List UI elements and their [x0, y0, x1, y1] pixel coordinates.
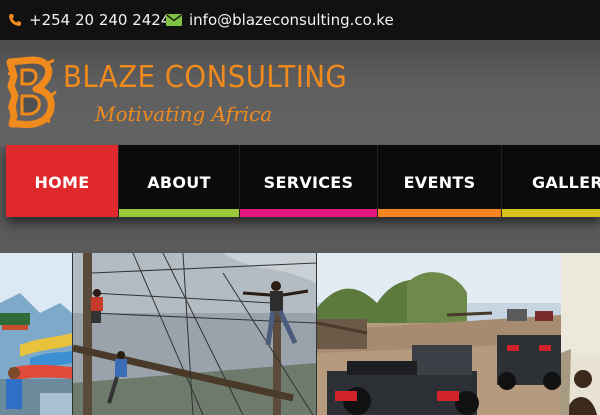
ropes-course-photo[interactable] [73, 253, 316, 415]
logo-b-icon[interactable] [6, 56, 58, 128]
site-header: BLAZE CONSULTING Motivating Africa [0, 40, 600, 146]
nav-about[interactable]: ABOUT [119, 145, 240, 217]
nav-gallery-color-bar [502, 209, 600, 217]
nav-about-label: ABOUT [147, 173, 211, 192]
nav-services-color-bar [240, 209, 377, 217]
contact-bar: +254 20 240 2424 info@blazeconsulting.co… [0, 0, 600, 40]
nav-about-color-bar [119, 209, 239, 217]
main-nav: HOME ABOUT SERVICES EVENTS GALLERY [6, 145, 600, 217]
phone-number: +254 20 240 2424 [29, 11, 171, 29]
phone-contact[interactable]: +254 20 240 2424 [8, 0, 170, 40]
nav-events-color-bar [378, 209, 501, 217]
nav-services-label: SERVICES [263, 173, 354, 192]
nav-services[interactable]: SERVICES [240, 145, 378, 217]
nav-gallery[interactable]: GALLERY [502, 145, 600, 217]
nav-events-label: EVENTS [403, 173, 476, 192]
water-park-photo[interactable] [0, 253, 72, 415]
nav-events[interactable]: EVENTS [378, 145, 502, 217]
nav-home[interactable]: HOME [6, 145, 119, 217]
email-contact[interactable]: info@blazeconsulting.co.ke [166, 0, 394, 40]
envelope-icon [166, 14, 182, 26]
brand-name: BLAZE CONSULTING [63, 60, 348, 95]
email-address: info@blazeconsulting.co.ke [189, 11, 394, 29]
nav-gallery-label: GALLERY [532, 173, 600, 192]
quad-bikes-photo[interactable] [317, 253, 561, 415]
nav-home-label: HOME [34, 173, 90, 192]
brand-tagline: Motivating Africa [95, 102, 273, 126]
photo-gallery-strip [0, 253, 600, 415]
person-photo[interactable] [561, 253, 600, 415]
phone-icon [9, 14, 21, 26]
